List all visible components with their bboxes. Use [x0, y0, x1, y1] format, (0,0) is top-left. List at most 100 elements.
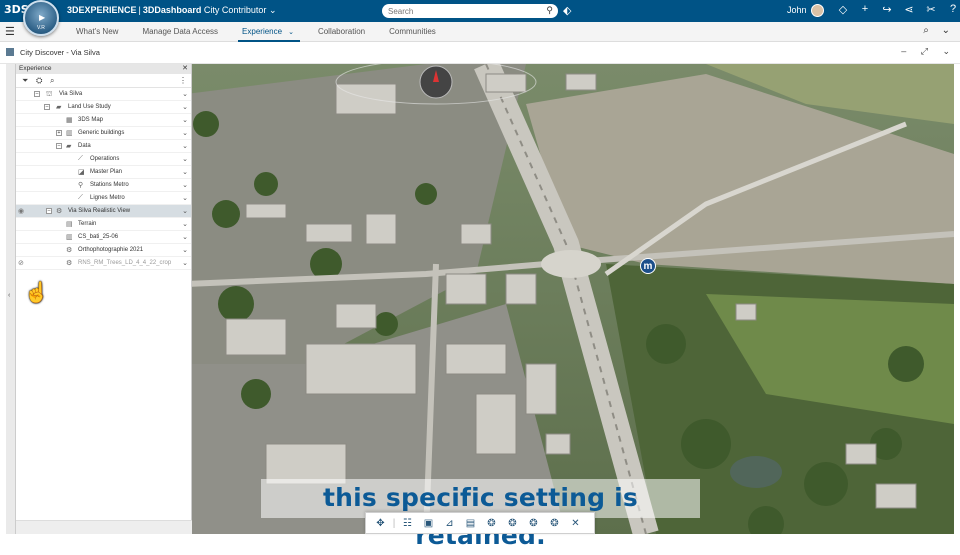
share-icon[interactable]: ⋖ [898, 3, 920, 16]
map-icon: ▦ [66, 117, 73, 124]
expand-toggle[interactable]: + [56, 130, 62, 136]
search-icon[interactable]: ⚲ [546, 5, 553, 16]
tree-item-via-silva-realistic-view[interactable]: ◉ – ⚙ Via Silva Realistic View ⌄ [16, 205, 191, 218]
widget-title: City Discover - Via Silva [20, 48, 100, 57]
more-icon[interactable]: ⋮ [179, 76, 187, 85]
dashboard-name: 3DDashboard [142, 5, 202, 15]
chevron-down-icon[interactable]: ⌄ [182, 116, 188, 124]
tree-item-lignes-metro[interactable]: ⟋ Lignes Metro ⌄ [16, 192, 191, 205]
hidden-eye-icon[interactable]: ⊘ [18, 259, 24, 267]
tools-icon[interactable]: ✂ [920, 3, 942, 16]
collapse-toggle[interactable]: – [34, 91, 40, 97]
move-tool-icon[interactable]: ✥ [370, 518, 391, 529]
metro-station-marker[interactable]: m [640, 258, 656, 274]
gear-icon: ⚙ [66, 247, 73, 254]
tree-item-generic-buildings[interactable]: + ▥ Generic buildings ⌄ [16, 127, 191, 140]
chevron-down-icon[interactable]: ⌄ [182, 155, 188, 163]
tree-item-3ds-map[interactable]: ▦ 3DS Map ⌄ [16, 114, 191, 127]
tag-icon[interactable]: ⬖ [563, 4, 571, 17]
chevron-down-icon[interactable]: ⌄ [182, 259, 188, 267]
tree-item-data[interactable]: – ▰ Data ⌄ [16, 140, 191, 153]
tree-item-cs-bati[interactable]: ▥ CS_bati_25-06 ⌄ [16, 231, 191, 244]
tree-item-operations[interactable]: ⟋ Operations ⌄ [16, 153, 191, 166]
chevron-down-icon[interactable]: ⌄ [942, 25, 950, 36]
chevron-down-icon[interactable]: ⌄ [182, 220, 188, 228]
brand-logo-icon[interactable]: 3DS [4, 3, 29, 19]
chevron-left-icon[interactable]: ‹ [8, 292, 10, 299]
chevron-down-icon[interactable]: ⌄ [182, 246, 188, 254]
analysis-tool-3-icon[interactable]: ❂ [523, 518, 544, 529]
tab-collaboration[interactable]: Collaboration [306, 22, 377, 42]
tree-item-label: Via Silva [59, 91, 83, 97]
fullscreen-icon[interactable]: ⤢ [921, 46, 928, 56]
minimize-icon[interactable]: – [901, 46, 906, 56]
tab-experience[interactable]: Experience ⌄ [230, 22, 306, 42]
tab-manage-data-access[interactable]: Manage Data Access [130, 22, 230, 42]
collapse-toggle[interactable]: – [56, 143, 62, 149]
close-icon[interactable]: ✕ [182, 64, 188, 72]
help-icon[interactable]: ? [942, 3, 960, 16]
tab-bar: ☰ What's New Manage Data Access Experien… [0, 22, 960, 42]
tree-item-label: Lignes Metro [90, 195, 125, 201]
table-tool-icon[interactable]: ▤ [460, 518, 481, 529]
add-icon[interactable]: + [854, 3, 876, 16]
compass-button[interactable]: ▶ V.R [23, 0, 59, 36]
chevron-down-icon[interactable]: ⌄ [182, 129, 188, 137]
user-name[interactable]: John [787, 5, 807, 15]
role-label: City Contributor [203, 5, 267, 15]
chevron-down-icon[interactable]: ⌄ [182, 168, 188, 176]
menu-icon[interactable]: ☰ [5, 25, 15, 38]
collapse-toggle[interactable]: – [44, 104, 50, 110]
tree-item-orthophotographie[interactable]: ⚙ Orthophotographie 2021 ⌄ [16, 244, 191, 257]
tab-whats-new[interactable]: What's New [64, 22, 130, 42]
analysis-tool-4-icon[interactable]: ❂ [544, 518, 565, 529]
collapse-toggle[interactable]: – [46, 208, 52, 214]
panel-collapse-strip[interactable]: ‹ [6, 64, 16, 534]
search-input[interactable] [388, 5, 538, 17]
role-selector[interactable]: City Contributor ⌄ [204, 5, 277, 15]
tree-item-master-plan[interactable]: ◪ Master Plan ⌄ [16, 166, 191, 179]
tree-item-label: Orthophotographie 2021 [78, 247, 144, 253]
zoom-icon[interactable]: ⌕ [923, 25, 929, 36]
app-title-separator: | [138, 5, 141, 15]
panel-title: Experience [19, 65, 52, 72]
close-tool-icon[interactable]: ✕ [565, 518, 586, 529]
chevron-down-icon[interactable]: ⌄ [182, 207, 188, 215]
panel-footer [16, 520, 192, 534]
chevron-down-icon[interactable]: ⌄ [182, 233, 188, 241]
gear-icon: ⚙ [66, 260, 73, 267]
chevron-down-icon[interactable]: ⌄ [182, 103, 188, 111]
search-icon[interactable]: ⌕ [50, 76, 54, 86]
image-tool-icon[interactable]: ▣ [418, 518, 439, 529]
app-name: 3DEXPERIENCE [67, 5, 137, 15]
tree-item-trees[interactable]: ⊘ ⚙ RNS_RM_Trees_LD_4_4_22_crop ⌄ [16, 257, 191, 270]
analysis-tool-1-icon[interactable]: ❂ [481, 518, 502, 529]
chevron-down-icon[interactable]: ⌄ [182, 142, 188, 150]
analysis-tool-2-icon[interactable]: ❂ [502, 518, 523, 529]
avatar[interactable] [811, 4, 824, 17]
tree-item-via-silva[interactable]: – ⛫ Via Silva ⌄ [16, 88, 191, 101]
tree-item-label: Via Silva Realistic View [68, 208, 131, 214]
visibility-eye-icon[interactable]: ◉ [18, 207, 24, 215]
tag-outline-icon[interactable]: ◇ [832, 3, 854, 16]
chevron-down-icon[interactable]: ⌄ [942, 46, 950, 56]
chevron-down-icon[interactable]: ⌄ [182, 90, 188, 98]
chevron-down-icon[interactable]: ⌄ [182, 181, 188, 189]
roundabout [541, 250, 601, 278]
tab-communities[interactable]: Communities [377, 22, 448, 42]
list-tool-icon[interactable]: ☷ [397, 518, 418, 529]
binoculars-icon[interactable]: ⛭ [36, 76, 42, 86]
chevron-down-icon[interactable]: ⌄ [182, 194, 188, 202]
gear-icon: ⚙ [56, 208, 63, 215]
tree-item-land-use-study[interactable]: – ▰ Land Use Study ⌄ [16, 101, 191, 114]
chevron-down-icon[interactable]: ⌄ [288, 29, 294, 36]
top-actions: ◇ + ↪ ⋖ ✂ ? [832, 3, 960, 16]
measure-tool-icon[interactable]: ⊿ [439, 518, 460, 529]
share-forward-icon[interactable]: ↪ [876, 3, 898, 16]
filter-icon[interactable]: ⏷ [22, 76, 28, 86]
tree-item-stations-metro[interactable]: ⚲ Stations Metro ⌄ [16, 179, 191, 192]
tree-item-terrain[interactable]: ▤ Terrain ⌄ [16, 218, 191, 231]
search-box: ⚲ [382, 4, 558, 18]
3d-viewport[interactable]: m ‹ Experience ✕ ⏷ ⛭ ⌕ ⋮ – ⛫ Via Silva ⌄… [6, 64, 954, 534]
widget-header: City Discover - Via Silva – ⤢ ⌄ [0, 42, 960, 64]
